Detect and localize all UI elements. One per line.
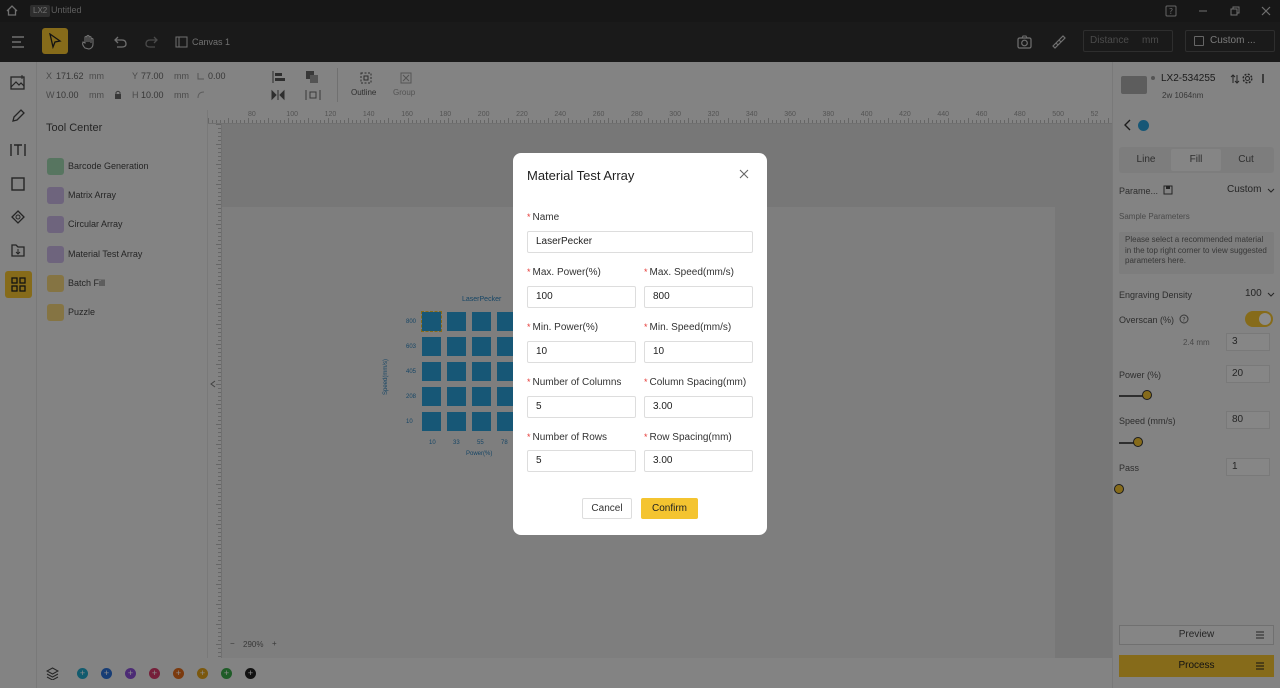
name-field-label: * Name xyxy=(527,212,560,223)
close-icon[interactable] xyxy=(737,167,751,181)
column-spacing-label: * Column Spacing(mm) xyxy=(644,377,747,388)
columns-input[interactable]: 5 xyxy=(527,396,636,418)
column-spacing-input[interactable]: 3.00 xyxy=(644,396,753,418)
cancel-button[interactable]: Cancel xyxy=(582,498,632,519)
min-power-label: * Min. Power(%) xyxy=(527,322,599,333)
material-test-array-dialog: Material Test Array * Name LaserPecker * M… xyxy=(513,153,767,535)
min-speed-input[interactable]: 10 xyxy=(644,341,753,363)
name-input[interactable]: LaserPecker xyxy=(527,231,753,253)
confirm-button[interactable]: Confirm xyxy=(641,498,698,519)
columns-label: * Number of Columns xyxy=(527,377,622,388)
rows-label: * Number of Rows xyxy=(527,432,607,443)
max-speed-label: * Max. Speed(mm/s) xyxy=(644,267,734,278)
dialog-title: Material Test Array xyxy=(527,168,635,183)
min-speed-label: * Min. Speed(mm/s) xyxy=(644,322,732,333)
rows-input[interactable]: 5 xyxy=(527,450,636,472)
max-power-label: * Max. Power(%) xyxy=(527,267,601,278)
row-spacing-label: * Row Spacing(mm) xyxy=(644,432,732,443)
max-speed-input[interactable]: 800 xyxy=(644,286,753,308)
min-power-input[interactable]: 10 xyxy=(527,341,636,363)
max-power-input[interactable]: 100 xyxy=(527,286,636,308)
row-spacing-input[interactable]: 3.00 xyxy=(644,450,753,472)
